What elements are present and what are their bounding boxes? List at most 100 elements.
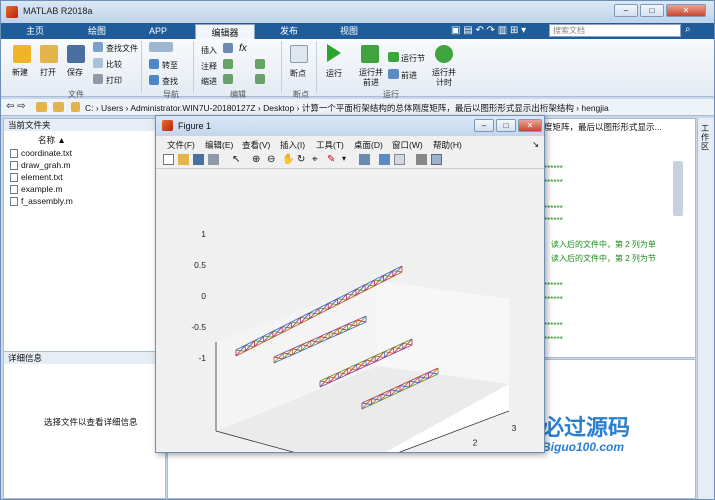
pan-icon[interactable]: ✋ [282,154,294,165]
run-time-button[interactable]: 运行并计时 [432,68,456,88]
save-button[interactable]: 保存 [67,67,83,78]
menu-file[interactable]: 文件(F) [167,139,195,151]
compare-icon [93,58,103,68]
indent-button[interactable]: 缩进 [201,76,217,87]
workspace-label[interactable]: 工作区 [701,124,711,151]
brush-icon[interactable]: ✎ [327,154,338,165]
run-icon[interactable] [327,44,341,62]
back-forward-icon[interactable]: ⇦ ⇨ [6,101,26,112]
folder-icon [71,102,80,112]
find-files-button[interactable]: 查找文件 [106,43,138,54]
hide-plot-tools-icon[interactable] [416,154,427,165]
zoom-in-icon[interactable]: ⊕ [252,154,263,165]
menu-insert[interactable]: 插入(I) [280,139,305,151]
fx-button[interactable]: fx [239,43,247,54]
figure-close-button[interactable]: ✕ [518,119,542,132]
code-line: ****** [544,321,563,330]
workspace-side-panel[interactable]: 工作区 [697,118,714,499]
matlab-logo-icon [6,6,18,18]
colorbar-icon[interactable] [379,154,390,165]
new-button[interactable]: 新建 [12,67,28,78]
close-button[interactable]: ✕ [666,4,706,17]
tab-apps[interactable]: APP [134,23,182,39]
run-advance-button[interactable]: 运行并前进 [356,68,386,88]
quick-access-icons[interactable]: ▣ ▤ ↶ ↷ ▥ ⊞ ▾ [451,25,526,36]
new-icon[interactable] [13,45,31,63]
search-docs-input[interactable]: 搜索文档 [549,24,681,37]
menu-view[interactable]: 查看(V) [242,139,270,151]
find-files-icon [93,42,103,52]
goto-button[interactable]: 转至 [162,60,178,71]
file-item[interactable]: draw_grah.m [10,160,71,170]
menu-window[interactable]: 窗口(W) [392,139,423,151]
figure-minimize-button[interactable]: – [474,119,494,132]
file-icon [10,161,18,170]
details-title: 详细信息 [4,352,165,364]
code-comment: 读入后的文件中，第 2 列为单 [551,240,656,249]
pointer-icon[interactable]: ↖ [232,154,243,165]
breakpoints-button[interactable]: 断点 [290,68,306,79]
menu-tools[interactable]: 工具(T) [316,139,344,151]
wrap-icon[interactable] [255,59,265,69]
run-advance-icon[interactable] [361,45,379,63]
comment-icon [223,59,233,69]
file-item[interactable]: coordinate.txt [10,148,72,158]
current-path[interactable]: C: › Users › Administrator.WIN7U-2018012… [85,102,609,114]
advance-button[interactable]: 前进 [401,70,417,81]
file-item[interactable]: f_assembly.m [10,196,73,206]
maximize-button[interactable]: □ [640,4,664,17]
open-folder-icon[interactable] [40,45,58,63]
menu-dock-icon[interactable]: ↘ [532,139,539,150]
tab-publish[interactable]: 发布 [265,23,313,39]
editor-scrollbar[interactable] [673,161,683,216]
name-column-header[interactable]: 名称 ▲ [38,134,66,146]
save-figure-icon[interactable] [193,154,204,165]
menu-desktop[interactable]: 桌面(D) [354,139,383,151]
truss-member [392,271,403,278]
tab-plots[interactable]: 绘图 [73,23,121,39]
file-item[interactable]: element.txt [10,172,63,182]
tab-editor[interactable]: 编辑器 [195,24,255,39]
print-button[interactable]: 打印 [106,75,122,86]
code-line: ****** [544,164,563,173]
tab-home[interactable]: 主页 [11,23,59,39]
smart-indent-icon[interactable] [255,74,265,84]
insert-button[interactable]: 插入 [201,45,217,56]
tab-view[interactable]: 视图 [325,23,373,39]
minimize-button[interactable]: – [614,4,638,17]
figure-title-bar: Figure 1 – □ ✕ [156,116,544,136]
show-plot-tools-icon[interactable] [431,154,442,165]
code-line: ****** [544,216,563,225]
open-button[interactable]: 打开 [40,67,56,78]
plot-3d[interactable]: 10.50-0.5-10-0.5-1-1.53210-1 [156,169,544,500]
editor-file-tab[interactable]: 度矩阵，最后以图形形式显示... [544,121,662,133]
find-button[interactable]: 查找 [162,76,178,87]
open-file-icon[interactable] [178,154,189,165]
run-button[interactable]: 运行 [326,68,342,79]
nav-arrows-icon[interactable] [149,42,173,52]
legend-icon[interactable] [394,154,405,165]
code-line: ****** [544,281,563,290]
link-plot-icon[interactable] [359,154,370,165]
up-folder-icon[interactable] [36,102,47,112]
figure-maximize-button[interactable]: □ [496,119,516,132]
brush-dropdown-icon[interactable]: ▾ [342,154,353,165]
print-figure-icon[interactable] [208,154,219,165]
rotate-3d-icon[interactable]: ↻ [297,154,308,165]
run-time-icon[interactable] [435,45,453,63]
data-cursor-icon[interactable]: ⌖ [312,154,323,165]
zoom-out-icon[interactable]: ⊖ [267,154,278,165]
new-figure-icon[interactable] [163,154,174,165]
figure-window: Figure 1 – □ ✕ 文件(F) 编辑(E) 查看(V) 插入(I) 工… [155,115,545,500]
run-section-button[interactable]: 运行节 [401,53,425,64]
menu-edit[interactable]: 编辑(E) [205,139,233,151]
compare-button[interactable]: 比较 [106,59,122,70]
search-icon[interactable]: ⌕ [685,24,697,37]
breakpoints-icon[interactable] [290,45,308,63]
browse-folder-icon[interactable] [53,102,64,112]
figure-axes-area[interactable]: 10.50-0.5-10-0.5-1-1.53210-1 [156,169,544,500]
menu-help[interactable]: 帮助(H) [433,139,462,151]
save-icon[interactable] [67,45,85,63]
comment-button[interactable]: 注释 [201,61,217,72]
file-item[interactable]: example.m [10,184,63,194]
